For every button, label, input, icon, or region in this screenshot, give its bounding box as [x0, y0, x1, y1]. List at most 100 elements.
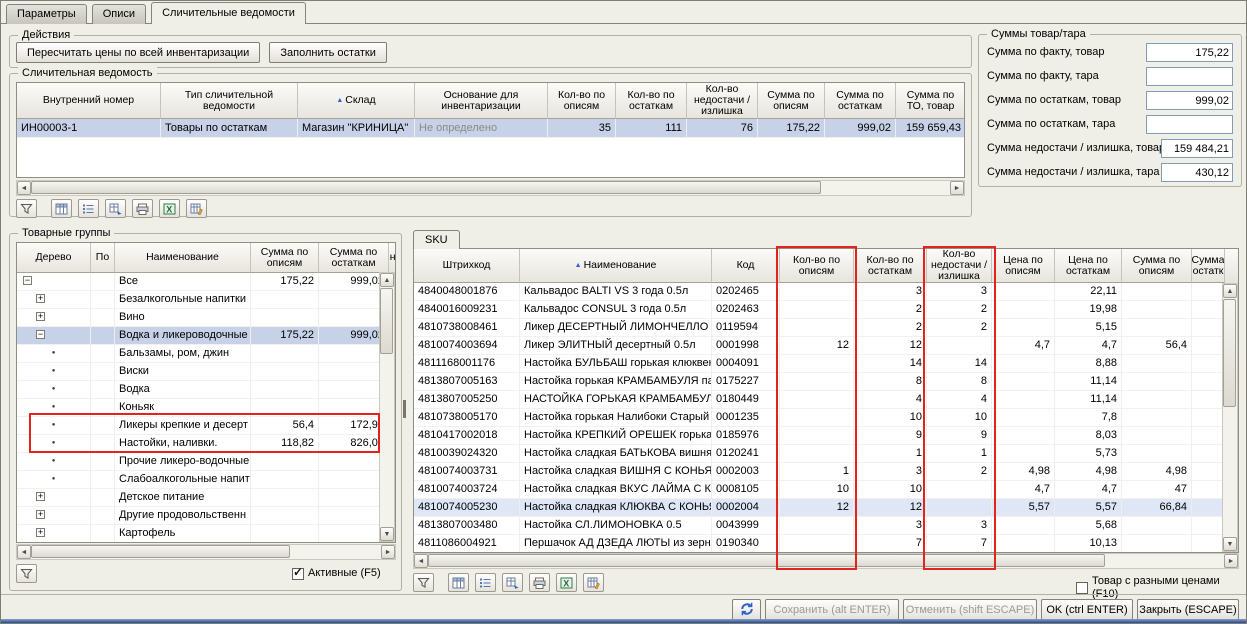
column-header[interactable]: По [91, 243, 115, 273]
column-header[interactable]: Сумма по остаткам [319, 243, 389, 273]
column-header[interactable]: Сумма по ТО, товар [896, 83, 965, 119]
columns-settings-icon[interactable] [51, 199, 72, 218]
column-header[interactable]: ▲Склад [298, 83, 415, 119]
sku-row[interactable]: 4810074005230Настойка сладкая КЛЮКВА С К… [414, 499, 1238, 517]
sku-row[interactable]: 4813807005250НАСТОЙКА ГОРЬКАЯ КРАМБАМБУЛ… [414, 391, 1238, 409]
tree-row[interactable]: +Вино [17, 309, 395, 327]
column-header[interactable]: Кол-во недостачи / излишка [687, 83, 758, 119]
column-header[interactable]: Тип сличительной ведомости [161, 83, 298, 119]
recalc-prices-button[interactable]: Пересчитать цены по всей инвентаризации [16, 42, 260, 63]
output-list-icon[interactable] [502, 573, 523, 592]
scroll-up-icon[interactable]: ▲ [380, 273, 394, 287]
excel-export-icon[interactable]: X [556, 573, 577, 592]
tree-expand-icon[interactable]: + [36, 312, 45, 321]
scroll-right-icon[interactable]: ► [381, 545, 395, 559]
tree-row[interactable]: ●Коньяк [17, 399, 395, 417]
save-button[interactable]: Сохранить (alt ENTER) [765, 599, 899, 621]
filter-icon[interactable] [16, 564, 37, 583]
column-header[interactable]: Цена по описям [992, 249, 1055, 283]
groups-vscrollbar[interactable]: ▲ ▼ [379, 272, 395, 542]
column-header[interactable]: Основание для инвентаризации [415, 83, 548, 119]
sku-row[interactable]: 4811168001176Настойка БУЛЬБАШ горькая кл… [414, 355, 1238, 373]
active-groups-checkbox[interactable]: Активные (F5) [292, 567, 381, 580]
sum-rest-tare-input[interactable] [1146, 115, 1233, 134]
scroll-left-icon[interactable]: ◄ [414, 554, 428, 568]
scroll-down-icon[interactable]: ▼ [380, 527, 394, 541]
sku-row[interactable]: 4810417002018Настойка КРЕПКИЙ ОРЕШЕК гор… [414, 427, 1238, 445]
sku-row[interactable]: 4813807005163Настойка горькая КРАМБАМБУЛ… [414, 373, 1238, 391]
sku-row[interactable]: 4810738008461Ликер ДЕСЕРТНЫЙ ЛИМОНЧЕЛЛО … [414, 319, 1238, 337]
scroll-left-icon[interactable]: ◄ [17, 545, 31, 559]
groups-hscrollbar[interactable]: ◄ ► [16, 544, 396, 560]
statement-hscrollbar[interactable]: ◄ ► [16, 180, 965, 196]
tree-row[interactable]: −Водка и ликероводочные175,22999,02 [17, 327, 395, 345]
tab-sku[interactable]: SKU [413, 230, 460, 249]
column-header[interactable]: Код [712, 249, 780, 283]
column-header[interactable]: ▲Наименование [520, 249, 712, 283]
cancel-button[interactable]: Отменить (shift ESCAPE) [903, 599, 1037, 621]
scroll-thumb[interactable] [31, 181, 821, 194]
different-prices-checkbox[interactable]: Товар с разными ценами (F10) [1076, 575, 1246, 601]
tree-row[interactable]: ●Ликеры крепкие и десерт56,4172,99 [17, 417, 395, 435]
scroll-thumb[interactable] [380, 288, 393, 354]
table-settings-icon[interactable] [583, 573, 604, 592]
column-header[interactable]: Кол-во недостачи / излишка [927, 249, 992, 283]
scroll-left-icon[interactable]: ◄ [17, 181, 31, 195]
tree-expand-icon[interactable]: + [36, 294, 45, 303]
column-header[interactable]: Сумма по описям [1122, 249, 1192, 283]
sum-shortage-goods-input[interactable] [1161, 139, 1233, 158]
scroll-thumb[interactable] [31, 545, 290, 558]
statement-row[interactable]: ИН00003-1Товары по остаткамМагазин "КРИН… [17, 119, 964, 138]
print-icon[interactable] [529, 573, 550, 592]
tree-row[interactable]: ●Прочие ликеро-водочные [17, 453, 395, 471]
filter-icon[interactable] [413, 573, 434, 592]
filter-icon[interactable] [16, 199, 37, 218]
column-header[interactable]: Сумма по описям [758, 83, 825, 119]
sku-row[interactable]: 4810738005170Настойка горькая Налибоки С… [414, 409, 1238, 427]
column-header[interactable]: Дерево [17, 243, 91, 273]
column-header[interactable]: Сумма остатк [1192, 249, 1225, 283]
scroll-right-icon[interactable]: ► [1224, 554, 1238, 568]
tree-row[interactable]: ●Виски [17, 363, 395, 381]
tab-comparison-statements[interactable]: Сличительные ведомости [151, 2, 306, 24]
scroll-track[interactable] [31, 181, 950, 195]
scroll-track[interactable] [1223, 298, 1237, 537]
column-header[interactable]: Сумма по остаткам [825, 83, 896, 119]
sku-row[interactable]: 4810074003724Настойка сладкая ВКУС ЛАЙМА… [414, 481, 1238, 499]
tree-row[interactable]: ●Водка [17, 381, 395, 399]
sum-shortage-tare-input[interactable] [1161, 163, 1233, 182]
tree-row[interactable]: ●Слабоалкогольные напит [17, 471, 395, 489]
tree-row[interactable]: ●Настойки, наливки.118,82826,03 [17, 435, 395, 453]
output-list-icon[interactable] [105, 199, 126, 218]
column-header[interactable]: не [389, 243, 396, 273]
column-header[interactable]: Штрихкод [414, 249, 520, 283]
tab-parameters[interactable]: Параметры [6, 4, 87, 24]
print-icon[interactable] [132, 199, 153, 218]
columns-settings-icon[interactable] [448, 573, 469, 592]
scroll-thumb[interactable] [428, 554, 1105, 567]
sku-row[interactable]: 4810074003731Настойка сладкая ВИШНЯ С КО… [414, 463, 1238, 481]
scroll-up-icon[interactable]: ▲ [1223, 284, 1237, 298]
sum-rest-goods-input[interactable] [1146, 91, 1233, 110]
column-header[interactable]: Кол-во по описям [548, 83, 616, 119]
sum-fact-goods-input[interactable] [1146, 43, 1233, 62]
tree-expand-icon[interactable]: + [36, 492, 45, 501]
sku-row[interactable]: 4813807003480Настойка СЛ.ЛИМОНОВКА 0.500… [414, 517, 1238, 535]
scroll-thumb[interactable] [1223, 299, 1236, 407]
sku-row[interactable]: 4810074003694Ликер ЭЛИТНЫЙ десертный 0.5… [414, 337, 1238, 355]
sku-vscrollbar[interactable]: ▲ ▼ [1222, 283, 1238, 552]
scroll-track[interactable] [31, 545, 381, 559]
sku-row[interactable]: 4810039024320Настойка сладкая БАТЬКОВА в… [414, 445, 1238, 463]
tree-row[interactable]: +Детское питание [17, 489, 395, 507]
tree-row[interactable]: +Картофель [17, 525, 395, 543]
table-settings-icon[interactable] [186, 199, 207, 218]
refresh-button[interactable] [732, 599, 761, 621]
fill-remainders-button[interactable]: Заполнить остатки [269, 42, 386, 63]
tree-expand-icon[interactable]: + [36, 528, 45, 537]
tree-collapse-icon[interactable]: − [23, 276, 32, 285]
column-header[interactable]: Кол-во по остаткам [854, 249, 927, 283]
list-setup-icon[interactable] [475, 573, 496, 592]
column-header[interactable]: Кол-во по остаткам [616, 83, 687, 119]
scroll-down-icon[interactable]: ▼ [1223, 537, 1237, 551]
column-header[interactable]: Наименование [115, 243, 251, 273]
